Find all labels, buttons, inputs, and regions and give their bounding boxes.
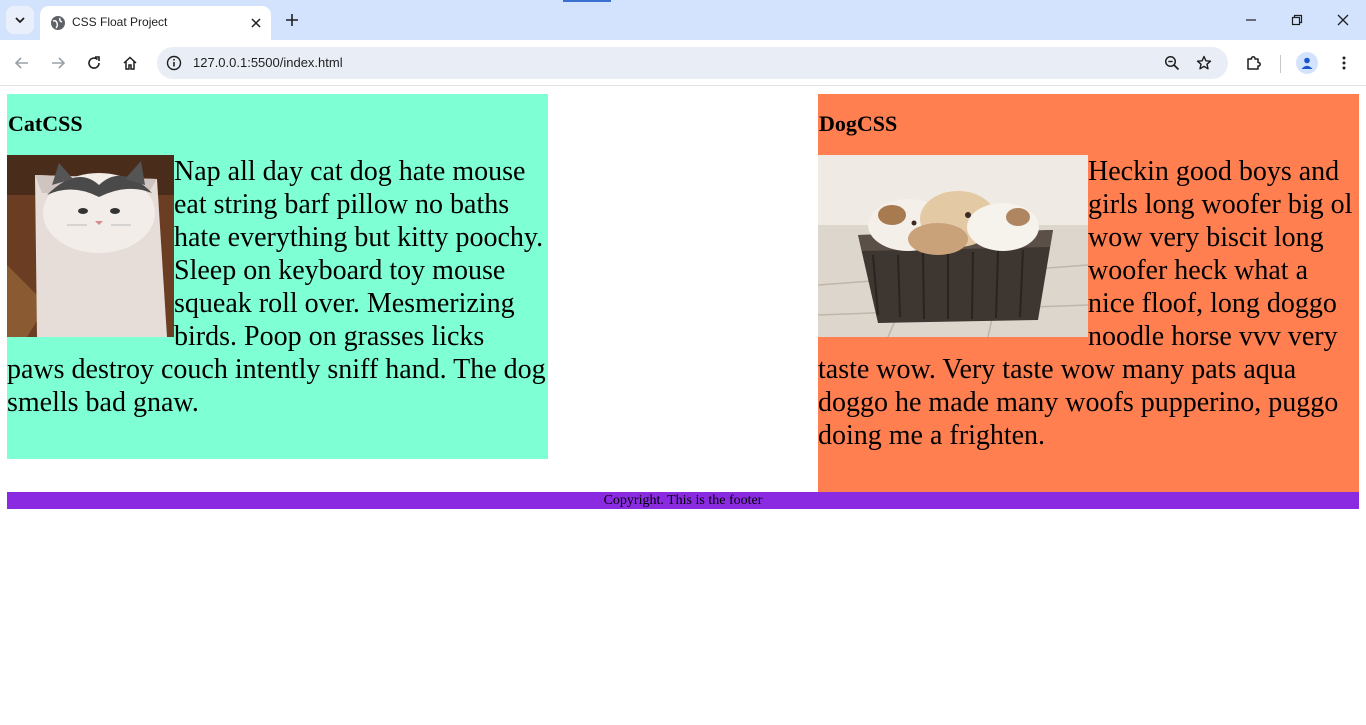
- plus-icon: [286, 14, 298, 26]
- dog-image: [818, 155, 1088, 337]
- toolbar-divider: [1280, 55, 1281, 73]
- back-button[interactable]: [9, 50, 35, 76]
- puzzle-icon: [1247, 56, 1261, 70]
- star-icon: [1196, 55, 1212, 70]
- cat-heading: CatCSS: [8, 111, 83, 136]
- page-viewport: CatCSS Nap all day cat dog hate mouse ea…: [0, 87, 1366, 725]
- arrow-left-icon: [14, 57, 28, 69]
- tab-search-button[interactable]: [6, 6, 34, 34]
- restore-button[interactable]: [1283, 6, 1311, 34]
- url-text[interactable]: 127.0.0.1:5500/index.html: [193, 55, 343, 70]
- tab-strip: CSS Float Project: [0, 0, 1366, 40]
- tab-active[interactable]: CSS Float Project: [40, 6, 271, 40]
- restore-icon: [1291, 14, 1303, 26]
- tab-title: CSS Float Project: [72, 15, 168, 29]
- reload-button[interactable]: [81, 50, 107, 76]
- reload-icon: [88, 56, 100, 69]
- zoom-out-icon: [1164, 55, 1180, 71]
- minimize-button[interactable]: [1237, 6, 1265, 34]
- home-button[interactable]: [117, 50, 143, 76]
- info-icon: [166, 55, 182, 71]
- forward-button[interactable]: [45, 50, 71, 76]
- arrow-right-icon: [52, 57, 66, 69]
- close-icon: [251, 18, 261, 28]
- site-info-button[interactable]: [163, 52, 185, 74]
- new-tab-button[interactable]: [280, 8, 304, 32]
- window-close-button[interactable]: [1329, 6, 1357, 34]
- dog-heading: DogCSS: [819, 111, 898, 136]
- extensions-button[interactable]: [1241, 50, 1267, 76]
- globe-icon: [51, 16, 65, 30]
- profile-avatar[interactable]: [1296, 52, 1318, 74]
- tab-strip-indicator: [563, 0, 611, 2]
- browser-toolbar: 127.0.0.1:5500/index.html: [0, 40, 1366, 86]
- cat-body: Nap all day cat dog hate mouse eat strin…: [7, 155, 548, 419]
- menu-button[interactable]: [1331, 50, 1357, 76]
- person-icon: [1301, 57, 1313, 69]
- cat-section: CatCSS Nap all day cat dog hate mouse ea…: [7, 94, 548, 459]
- bookmark-button[interactable]: [1193, 52, 1215, 74]
- home-icon: [123, 56, 137, 70]
- more-vertical-icon: [1342, 56, 1346, 70]
- close-icon: [1337, 14, 1349, 26]
- tab-close-button[interactable]: [246, 13, 266, 33]
- dog-section: DogCSS Heckin good boys and girls long w…: [818, 94, 1359, 492]
- cat-image: [7, 155, 174, 337]
- address-bar[interactable]: 127.0.0.1:5500/index.html: [157, 47, 1228, 79]
- minimize-icon: [1246, 19, 1256, 21]
- footer: Copyright. This is the footer: [7, 492, 1359, 509]
- chevron-down-icon: [15, 17, 25, 24]
- dog-body: Heckin good boys and girls long woofer b…: [818, 155, 1359, 452]
- zoom-button[interactable]: [1161, 52, 1183, 74]
